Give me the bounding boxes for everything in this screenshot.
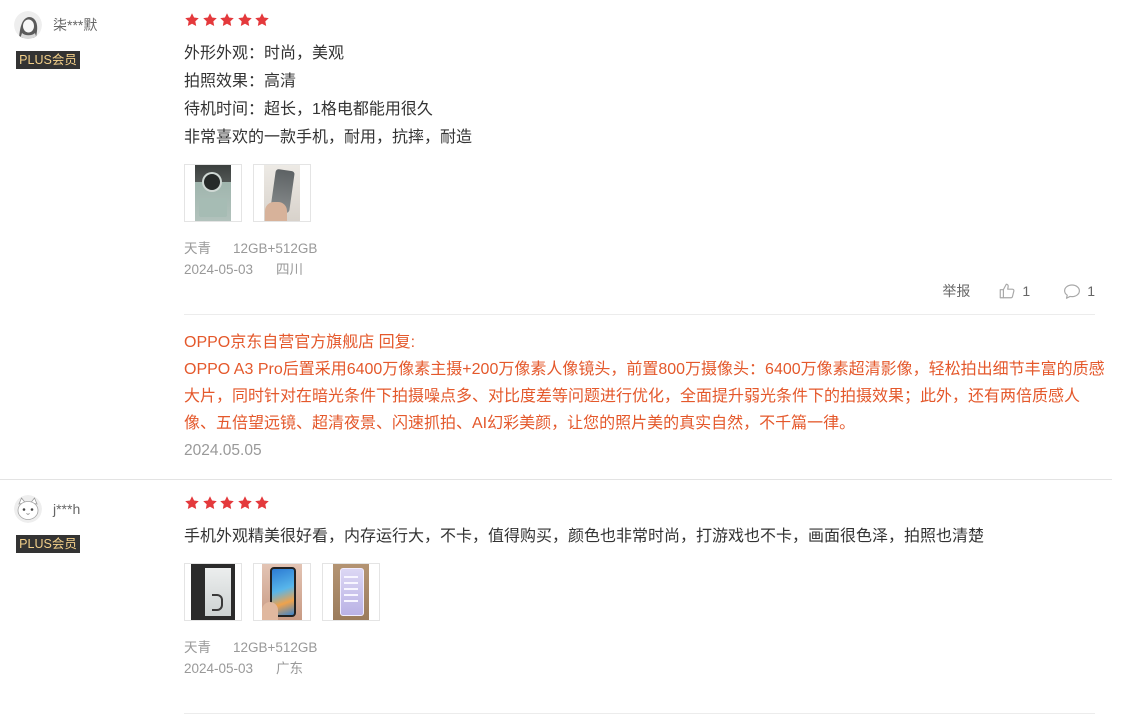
review-date: 2024-05-03 (184, 661, 254, 676)
review-photo (195, 165, 231, 221)
review-photo (333, 564, 369, 620)
review-text-line: 外形外观：时尚，美观 (184, 45, 345, 62)
review-images (184, 563, 1095, 621)
star-icon (185, 13, 199, 27)
star-icon (237, 496, 252, 510)
seller-reply: OPPO京东自营官方旗舰店 回复: OPPO A3 Pro后置采用6400万像素… (184, 329, 1105, 437)
username: j***h (53, 501, 81, 517)
review-image-thumbnail[interactable] (322, 563, 380, 621)
rating-stars (184, 495, 1095, 511)
review-content: 外形外观：时尚，美观 拍照效果：高清 待机时间：超长，1格电都能用很久 非常喜欢… (184, 12, 1105, 465)
star-icon (237, 13, 252, 27)
product-color: 天青 (184, 241, 211, 256)
review-meta: 天青 12GB+512GB 2024-05-03 四川 (184, 238, 1095, 280)
comment-button[interactable]: 1 (1063, 283, 1095, 300)
product-spec: 12GB+512GB (233, 241, 318, 256)
review-image-thumbnail[interactable] (253, 164, 311, 222)
plus-member-badge: PLUS会员 (16, 51, 80, 69)
review-image-thumbnail[interactable] (184, 164, 242, 222)
reviewer-row: j***h (14, 495, 174, 523)
review-item: j***h PLUS会员 手机外观精美很好看，内存运行大，不卡，值得购买，颜色也… (0, 480, 1112, 714)
review-date-location: 2024-05-03 广东 (184, 658, 1095, 679)
comment-icon (1064, 283, 1081, 299)
report-link[interactable]: 举报 (942, 281, 970, 301)
review-text-line: 手机外观精美很好看，内存运行大，不卡，值得购买，颜色也非常时尚，打游戏也不卡，画… (184, 528, 985, 545)
review-image-thumbnail[interactable] (253, 563, 311, 621)
reply-date: 2024.05.05 (184, 442, 262, 459)
star-icon (202, 496, 217, 510)
plus-member-badge: PLUS会员 (16, 535, 80, 553)
review-photo (191, 564, 235, 620)
review-text-line: 拍照效果：高清 (184, 73, 297, 90)
product-spec: 12GB+512GB (233, 640, 318, 655)
review-meta: 天青 12GB+512GB 2024-05-03 广东 (184, 637, 1095, 679)
review-photo (264, 165, 300, 221)
review-images (184, 164, 1095, 222)
review-text: 手机外观精美很好看，内存运行大，不卡，值得购买，颜色也非常时尚，打游戏也不卡，画… (184, 523, 1095, 551)
divider (184, 314, 1095, 315)
star-icon (220, 496, 234, 510)
like-button[interactable]: 1 (998, 282, 1030, 300)
product-color: 天青 (184, 640, 211, 655)
reply-text: OPPO A3 Pro后置采用6400万像素主摄+200万像素人像镜头，前置80… (184, 361, 1105, 432)
review-content: 手机外观精美很好看，内存运行大，不卡，值得购买，颜色也非常时尚，打游戏也不卡，画… (184, 495, 1095, 714)
review-item: 柒***默 PLUS会员 外形外观：时尚，美观 拍照效果：高清 待机时间：超长，… (0, 0, 1112, 480)
review-text-line: 待机时间：超长，1格电都能用很久 (184, 101, 433, 118)
thumb-up-icon (1000, 283, 1015, 299)
username: 柒***默 (53, 17, 98, 33)
like-count: 1 (1022, 283, 1031, 299)
reviewer-row: 柒***默 (14, 11, 174, 39)
review-actions: 举报 1 1 (184, 280, 1095, 302)
review-date-location: 2024-05-03 四川 (184, 259, 1095, 280)
star-icon (202, 13, 217, 27)
user-avatar (14, 11, 42, 39)
star-icon (185, 496, 199, 510)
review-location: 广东 (276, 661, 303, 676)
product-info: 天青 12GB+512GB (184, 238, 1095, 259)
reply-header: OPPO京东自营官方旗舰店 回复: (184, 334, 416, 351)
review-location: 四川 (276, 262, 303, 277)
reviewer-info: j***h PLUS会员 (14, 495, 174, 553)
star-icon (255, 496, 269, 510)
user-avatar (14, 495, 42, 523)
review-date: 2024-05-03 (184, 262, 254, 277)
star-icon (255, 13, 269, 27)
rating-stars (184, 12, 1095, 28)
product-info: 天青 12GB+512GB (184, 637, 1095, 658)
review-photo (262, 564, 302, 620)
review-text: 外形外观：时尚，美观 拍照效果：高清 待机时间：超长，1格电都能用很久 非常喜欢… (184, 40, 1095, 152)
comment-count: 1 (1087, 283, 1095, 299)
review-image-thumbnail[interactable] (184, 563, 242, 621)
reviewer-info: 柒***默 PLUS会员 (14, 11, 174, 69)
star-icon (220, 13, 234, 27)
review-text-line: 非常喜欢的一款手机，耐用，抗摔，耐造 (184, 129, 473, 146)
